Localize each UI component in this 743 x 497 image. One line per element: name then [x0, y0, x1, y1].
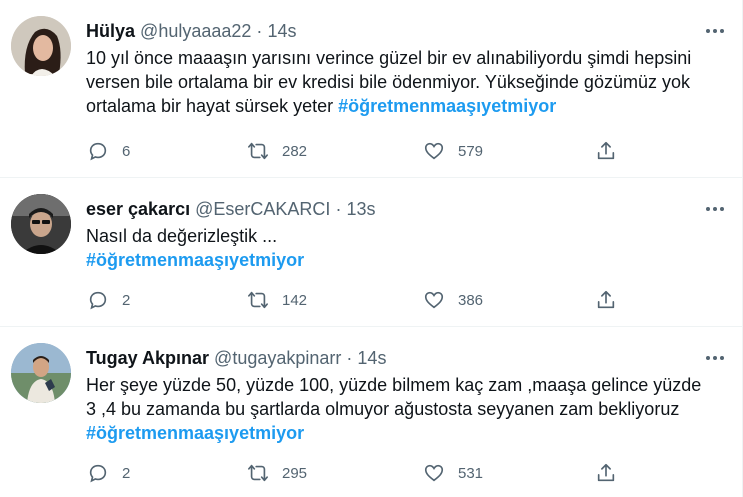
tweet-text: Her şeye yüzde 50, yüzde 100, yüzde bilm… — [86, 373, 716, 445]
heart-icon — [422, 288, 446, 312]
reply-count: 2 — [122, 464, 131, 482]
tweet-actions: 6 282 579 — [86, 138, 742, 164]
timestamp[interactable]: 13s — [346, 199, 375, 219]
retweet-count: 282 — [282, 142, 308, 160]
author-handle[interactable]: @tugayakpinarr — [214, 348, 341, 368]
timeline-feed: Hülya @hulyaaaa22 · 14s 10 yıl önce maaa… — [0, 0, 743, 497]
share-icon — [594, 461, 618, 485]
reply-icon — [86, 461, 110, 485]
reply-icon — [86, 139, 110, 163]
tweet-actions: 2 142 386 — [86, 287, 742, 313]
share-button[interactable] — [594, 460, 618, 486]
tweet-text: Nasıl da değerizleştik ... #öğretmenmaaş… — [86, 224, 716, 272]
reply-count: 2 — [122, 291, 131, 309]
like-button[interactable]: 386 — [422, 287, 483, 313]
retweet-icon — [246, 288, 270, 312]
author-name[interactable]: Tugay Akpınar — [86, 348, 209, 368]
avatar[interactable] — [11, 194, 71, 254]
heart-icon — [422, 461, 446, 485]
retweet-button[interactable]: 282 — [246, 138, 307, 164]
separator-dot: · — [346, 348, 353, 368]
more-icon[interactable] — [704, 347, 726, 369]
avatar[interactable] — [11, 343, 71, 403]
tweet-tugay[interactable]: Tugay Akpınar @tugayakpinarr · 14s Her ş… — [0, 327, 742, 497]
tweet-header: Hülya @hulyaaaa22 · 14s — [86, 20, 702, 42]
hashtag-link[interactable]: #öğretmenmaaşıyetmiyor — [338, 94, 556, 118]
hashtag-link[interactable]: #öğretmenmaaşıyetmiyor — [86, 248, 304, 272]
tweet-body: Nasıl da değerizleştik ... — [86, 226, 278, 246]
timestamp[interactable]: 14s — [357, 348, 386, 368]
reply-button[interactable]: 2 — [86, 460, 130, 486]
share-icon — [594, 288, 618, 312]
retweet-count: 295 — [282, 464, 308, 482]
tweet-eser[interactable]: eser çakarcı @EserCAKARCI · 13s Nasıl da… — [0, 178, 742, 327]
retweet-button[interactable]: 142 — [246, 287, 307, 313]
retweet-icon — [246, 461, 270, 485]
like-button[interactable]: 531 — [422, 460, 483, 486]
like-count: 531 — [458, 464, 484, 482]
tweet-hulya[interactable]: Hülya @hulyaaaa22 · 14s 10 yıl önce maaa… — [0, 0, 742, 178]
like-button[interactable]: 579 — [422, 138, 483, 164]
tweet-body: Her şeye yüzde 50, yüzde 100, yüzde bilm… — [86, 375, 702, 419]
like-count: 386 — [458, 291, 484, 309]
reply-button[interactable]: 6 — [86, 138, 130, 164]
author-name[interactable]: eser çakarcı — [86, 199, 190, 219]
author-name[interactable]: Hülya — [86, 21, 135, 41]
like-count: 579 — [458, 142, 484, 160]
reply-count: 6 — [122, 142, 131, 160]
separator-dot: · — [335, 199, 342, 219]
avatar[interactable] — [11, 16, 71, 76]
share-icon — [594, 139, 618, 163]
author-handle[interactable]: @hulyaaaa22 — [140, 21, 251, 41]
reply-icon — [86, 288, 110, 312]
retweet-count: 142 — [282, 291, 308, 309]
reply-button[interactable]: 2 — [86, 287, 130, 313]
retweet-button[interactable]: 295 — [246, 460, 307, 486]
retweet-icon — [246, 139, 270, 163]
more-icon[interactable] — [704, 198, 726, 220]
timestamp[interactable]: 14s — [267, 21, 296, 41]
hashtag-link[interactable]: #öğretmenmaaşıyetmiyor — [86, 421, 304, 445]
separator-dot: · — [256, 21, 263, 41]
share-button[interactable] — [594, 287, 618, 313]
share-button[interactable] — [594, 138, 618, 164]
tweet-actions: 2 295 531 — [86, 460, 742, 486]
tweet-header: eser çakarcı @EserCAKARCI · 13s — [86, 198, 702, 220]
author-handle[interactable]: @EserCAKARCI — [195, 199, 330, 219]
heart-icon — [422, 139, 446, 163]
tweet-header: Tugay Akpınar @tugayakpinarr · 14s — [86, 347, 702, 369]
tweet-text: 10 yıl önce maaaşın yarısını verince güz… — [86, 46, 716, 118]
more-icon[interactable] — [704, 20, 726, 42]
